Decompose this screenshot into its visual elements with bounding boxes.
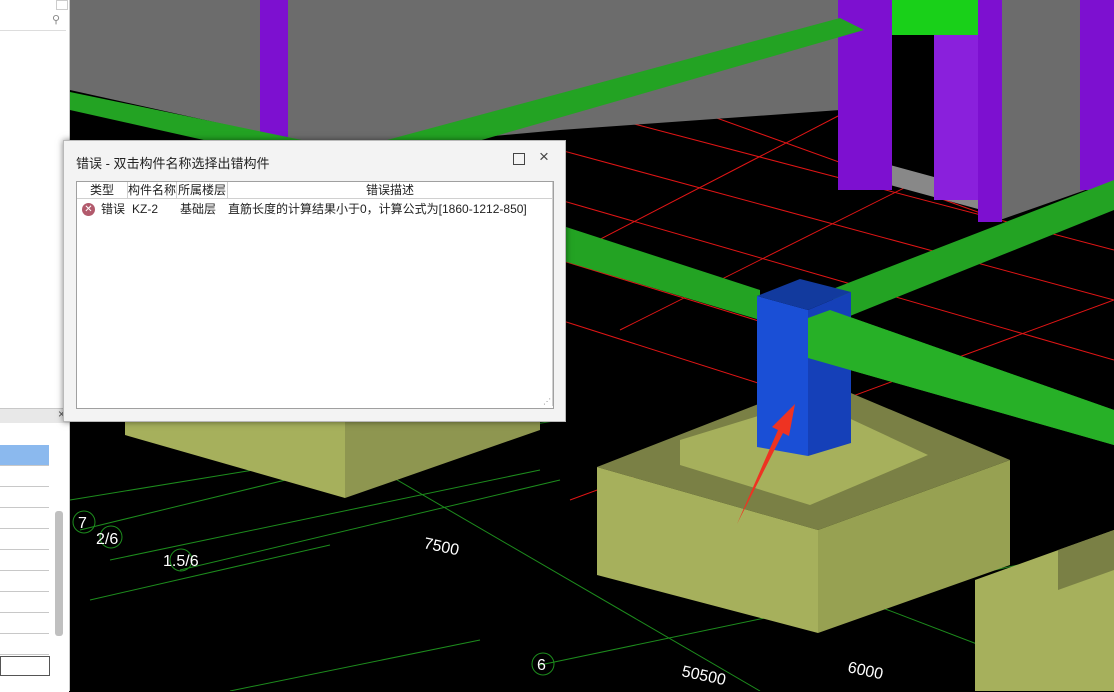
beam-mid — [560, 225, 760, 320]
property-panel: × — [0, 407, 69, 692]
resize-grip-icon[interactable]: ⋰ — [543, 397, 551, 406]
column-header-floor[interactable]: 所属楼层 — [177, 182, 228, 199]
column-purple — [260, 0, 288, 150]
error-dialog: 错误 - 双击构件名称选择出错构件 × 类型 构件名称 所属楼层 错误描述 ✕ … — [63, 140, 566, 422]
divider — [552, 198, 553, 406]
list-item[interactable] — [0, 634, 49, 655]
footing-left-side — [345, 420, 540, 498]
beam-top-green — [892, 0, 978, 35]
scrollbar[interactable] — [55, 511, 63, 636]
close-icon[interactable]: × — [539, 148, 549, 166]
scroll-button[interactable] — [56, 0, 68, 10]
column-header-type[interactable]: 类型 — [77, 182, 128, 199]
dimension-label: 7500 — [422, 535, 460, 559]
dimension-label: 50500 — [680, 663, 727, 689]
search-box[interactable]: ⚲ — [0, 10, 66, 31]
dialog-title: 错误 - 双击构件名称选择出错构件 — [76, 156, 270, 171]
footing-left — [125, 420, 345, 498]
cell-type: 错误 — [101, 202, 126, 216]
cell-name[interactable]: KZ-2 — [132, 201, 158, 217]
list-item[interactable] — [0, 508, 49, 529]
list-item[interactable] — [0, 592, 49, 613]
left-panel: ⚲ × — [0, 0, 70, 692]
list-item[interactable] — [0, 571, 49, 592]
column-header-description[interactable]: 错误描述 — [228, 182, 553, 199]
maximize-icon[interactable] — [513, 153, 525, 165]
list-item[interactable] — [0, 445, 49, 466]
cell-floor: 基础层 — [180, 202, 217, 216]
list-item[interactable] — [0, 613, 49, 634]
search-icon[interactable]: ⚲ — [52, 13, 60, 26]
text-field[interactable] — [0, 656, 50, 676]
dimension-label: 6000 — [846, 659, 884, 683]
panel-header: × — [0, 407, 69, 423]
cell-description: 直筋长度的计算结果小于0，计算公式为[1860-1212-850] — [228, 202, 527, 216]
list-item[interactable] — [0, 529, 49, 550]
axis-label: 1.5/6 — [163, 553, 199, 570]
axis-label: 7 — [78, 515, 87, 532]
error-table: 类型 构件名称 所属楼层 错误描述 ✕ 错误 KZ-2 基础层 直筋长度的计算结… — [76, 181, 554, 409]
axis-label: 6 — [537, 657, 546, 674]
column-purple — [1080, 0, 1114, 190]
list-item[interactable] — [0, 487, 49, 508]
error-icon: ✕ — [82, 203, 95, 216]
column-header-name[interactable]: 构件名称 — [128, 182, 177, 199]
column-purple — [978, 0, 1002, 222]
axis-label: 2/6 — [96, 531, 118, 548]
list-item[interactable] — [0, 466, 49, 487]
list-item[interactable] — [0, 550, 49, 571]
